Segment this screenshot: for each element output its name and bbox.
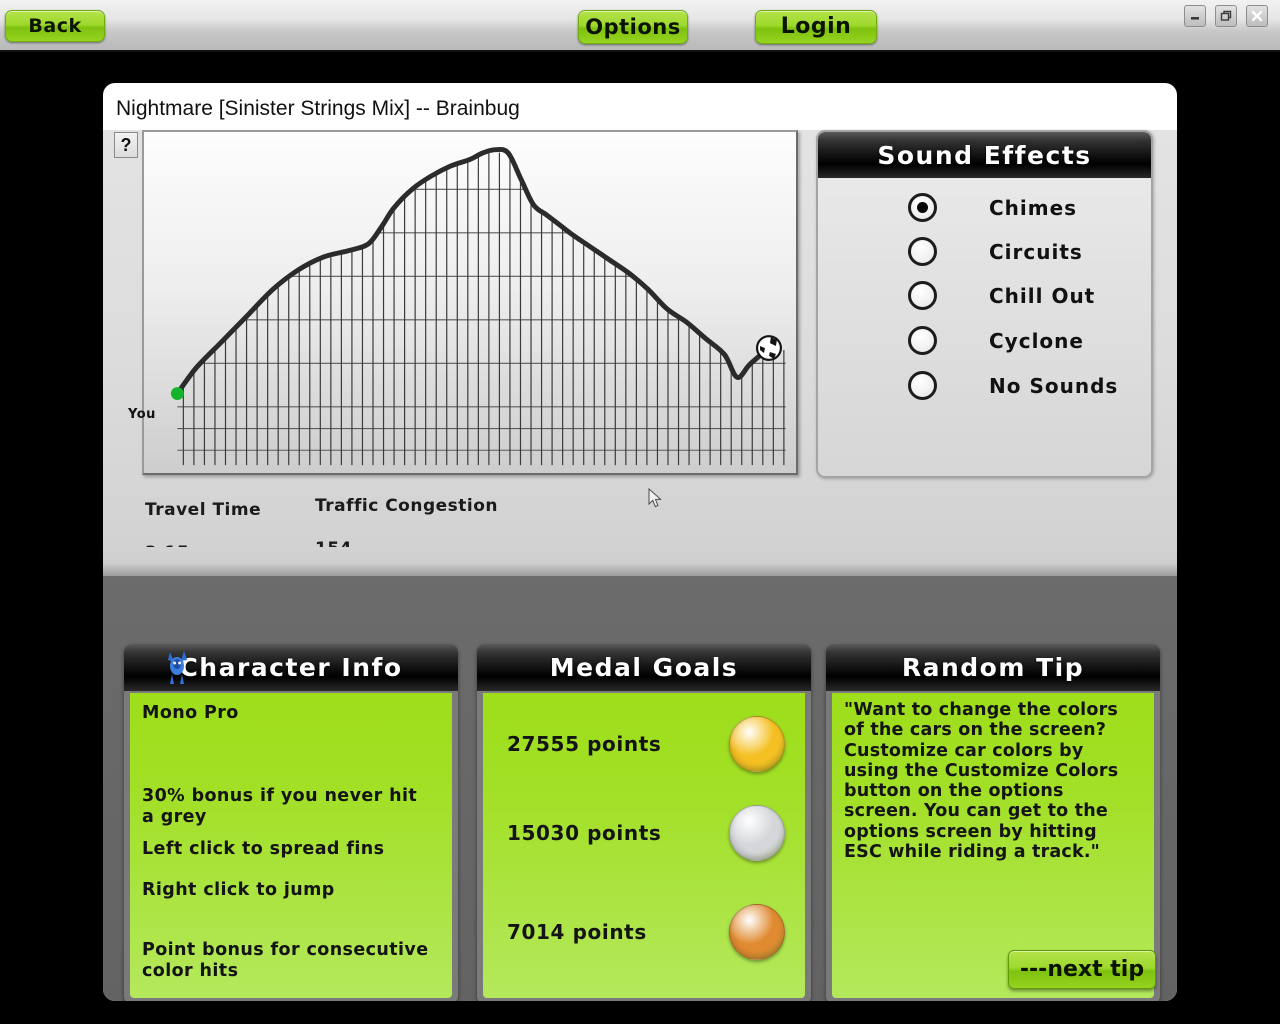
next-tip-button[interactable]: ---next tip	[1008, 950, 1156, 989]
character-name: Mono Pro	[142, 703, 239, 723]
radio-icon-chill-out[interactable]	[908, 281, 937, 310]
track-elevation-chart	[142, 130, 798, 475]
sound-option-circuits[interactable]: Circuits	[908, 237, 1083, 266]
back-button[interactable]: Back	[5, 10, 105, 42]
medal-goals-title: Medal Goals	[477, 644, 811, 691]
medal-row-gold: 27555 points	[483, 716, 805, 772]
medal-icon-silver	[729, 805, 785, 861]
character-control-right-click: Right click to jump	[142, 880, 335, 900]
options-button[interactable]: Options	[578, 10, 688, 44]
stage-background: Nightmare [Sinister Strings Mix] -- Brai…	[0, 52, 1280, 1024]
character-info-header: Character Info	[124, 644, 458, 691]
medal-points-gold: 27555 points	[507, 732, 662, 756]
finish-marker	[755, 335, 782, 361]
bottom-panels-area: Character Info Mono Pro 30% bonus if you…	[103, 547, 1177, 1001]
random-tip-title: Random Tip	[826, 644, 1160, 691]
medal-icon-bronze	[729, 904, 785, 960]
sound-effects-panel: Sound Effects Chimes Circuits Chill Out …	[816, 130, 1153, 478]
random-tip-text: "Want to change the colors of the cars o…	[844, 700, 1119, 863]
character-perk-combo: Point bonus for consecutive color hits	[142, 940, 429, 981]
medal-row-bronze: 7014 points	[483, 904, 805, 960]
character-sprite-icon	[162, 648, 192, 686]
you-marker-label: You	[128, 407, 156, 422]
restore-button[interactable]	[1215, 5, 1237, 27]
chart-svg	[144, 132, 796, 473]
character-control-left-click: Left click to spread fins	[142, 839, 385, 859]
radio-icon-chimes[interactable]	[908, 193, 937, 222]
mouse-cursor	[648, 487, 663, 513]
medal-icon-gold	[729, 716, 785, 772]
medal-points-bronze: 7014 points	[507, 920, 647, 944]
radio-icon-cyclone[interactable]	[908, 326, 937, 355]
top-toolbar: Back Options Login	[0, 0, 1280, 52]
sound-option-label-cyclone: Cyclone	[989, 328, 1084, 353]
minimize-icon	[1189, 10, 1201, 22]
medal-row-silver: 15030 points	[483, 805, 805, 861]
sound-effects-title: Sound Effects	[818, 132, 1151, 178]
random-tip-card: Random Tip "Want to change the colors of…	[826, 644, 1160, 1001]
radio-icon-no-sounds[interactable]	[908, 371, 937, 400]
sound-option-chill-out[interactable]: Chill Out	[908, 281, 1095, 310]
sound-option-label-chill-out: Chill Out	[989, 283, 1096, 308]
character-perk-bonus: 30% bonus if you never hit a grey	[142, 786, 418, 827]
medal-goals-body: 27555 points 15030 points 7014 points	[483, 693, 805, 998]
sound-option-label-chimes: Chimes	[989, 195, 1078, 220]
close-icon	[1250, 9, 1264, 23]
congestion-label: Traffic Congestion	[315, 496, 499, 517]
minimize-button[interactable]	[1184, 5, 1206, 27]
bottom-area-top-fade	[103, 547, 1177, 576]
character-info-title: Character Info	[179, 653, 403, 682]
sound-option-label-circuits: Circuits	[989, 239, 1083, 264]
sound-option-cyclone[interactable]: Cyclone	[908, 326, 1084, 355]
track-overview-area: ? You Travel Time Traffic Congestion Sou…	[103, 130, 1177, 623]
main-window: Nightmare [Sinister Strings Mix] -- Brai…	[103, 83, 1177, 1001]
sound-option-label-no-sounds: No Sounds	[989, 373, 1119, 398]
help-button[interactable]: ?	[114, 132, 138, 158]
travel-time-label: Travel Time	[145, 500, 262, 521]
random-tip-body: "Want to change the colors of the cars o…	[832, 693, 1156, 998]
sound-option-chimes[interactable]: Chimes	[908, 193, 1077, 222]
medal-points-silver: 15030 points	[507, 821, 662, 845]
close-button[interactable]	[1246, 5, 1268, 27]
character-info-body: Mono Pro 30% bonus if you never hit a gr…	[130, 693, 452, 998]
sound-option-no-sounds[interactable]: No Sounds	[908, 371, 1118, 400]
medal-goals-card: Medal Goals 27555 points 15030 points 70…	[477, 644, 811, 1001]
page-title: Nightmare [Sinister Strings Mix] -- Brai…	[116, 97, 520, 120]
you-position-marker	[170, 387, 184, 400]
character-info-card: Character Info Mono Pro 30% bonus if you…	[124, 644, 458, 1001]
login-button[interactable]: Login	[755, 10, 877, 44]
restore-icon	[1220, 10, 1232, 22]
radio-icon-circuits[interactable]	[908, 237, 937, 266]
